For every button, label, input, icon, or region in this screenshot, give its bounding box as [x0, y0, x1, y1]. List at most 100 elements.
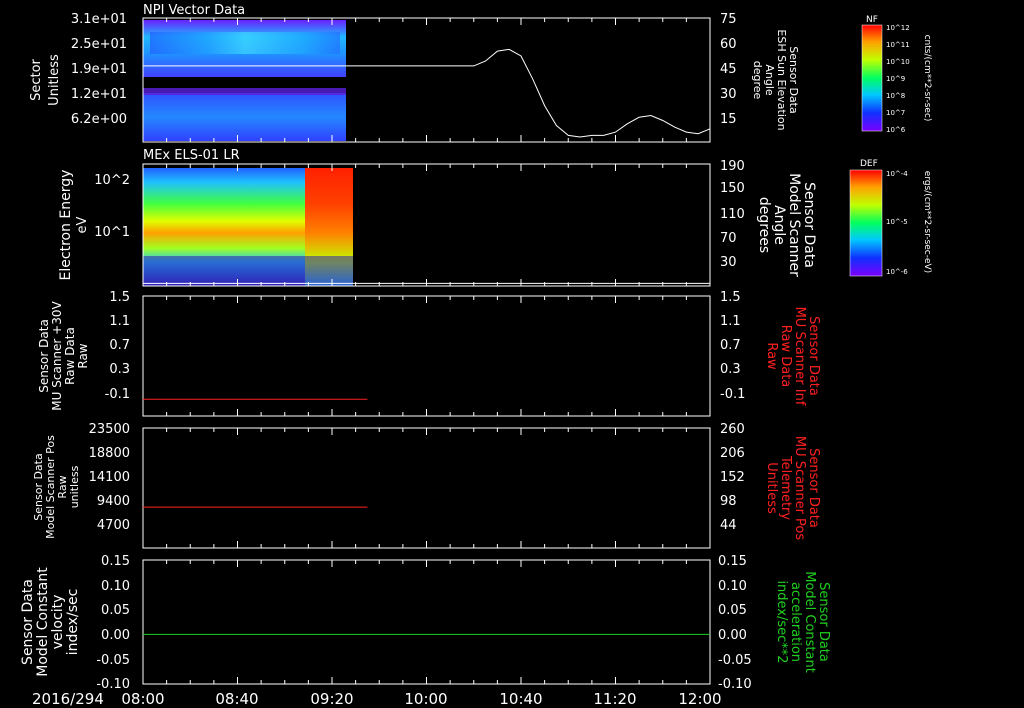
- right-label-4: Sensor Data MU Scanner Pos Telemetry Uni…: [764, 436, 821, 541]
- ytick-5-0: 0.15: [101, 554, 130, 569]
- right-label-els-1: Model Scanner: [786, 173, 802, 277]
- ytick-3-3: 0.3: [109, 362, 130, 377]
- rtick-npi-4: 15: [720, 112, 737, 127]
- rtick-els-1: 150: [720, 181, 745, 196]
- right-label-els-0: Sensor Data: [801, 182, 817, 268]
- ylabel-4: Sensor Data Model Scanner Pos Raw unitle…: [32, 435, 81, 539]
- xtick-0: 08:00: [121, 690, 164, 708]
- plot-frame-3: [142, 295, 711, 417]
- rtick-5-4: -0.05: [718, 653, 752, 668]
- ylabel-sector: Sector: [29, 58, 44, 100]
- panel-model-constant: Sensor Data Model Constant velocity inde…: [20, 554, 831, 692]
- rtick-els-0: 190: [720, 159, 745, 174]
- rtick-5-1: 0.10: [718, 579, 747, 594]
- right-label-els-3: degrees: [756, 197, 772, 253]
- yunits-ev: eV: [75, 216, 90, 233]
- right-label-5-3: index/sec**2: [774, 580, 789, 663]
- colorbar-label-els: DEF: [860, 159, 878, 169]
- ytick-npi-3: 1.2e+01: [71, 87, 127, 102]
- colorbar-els: [849, 169, 883, 277]
- colorbar-npi: [861, 24, 883, 132]
- panel-scanner-pos: Sensor Data Model Scanner Pos Raw unitle…: [32, 422, 821, 549]
- ytick-els-1: 10^1: [94, 225, 130, 240]
- ylabel-3-0: Sensor Data: [37, 319, 51, 393]
- panel-title-els: MEx ELS-01 LR: [143, 148, 240, 163]
- right-label-5-2: acceleration: [788, 582, 803, 662]
- right-label-els: Sensor Data Model Scanner Angle degrees: [756, 173, 817, 277]
- ytick-npi-2: 1.9e+01: [71, 62, 127, 77]
- panel-npi: NPI Vector Data Sector Unitless 3.1e+01 …: [29, 3, 932, 143]
- rtick-3-4: -0.1: [720, 387, 745, 402]
- xtick-4: 10:40: [499, 690, 542, 708]
- panel-mu-scanner-raw: Sensor Data MU Scanner +30V Raw Data Raw…: [37, 290, 821, 417]
- cbar-npi-tick-3: 10^9: [886, 75, 905, 83]
- x-axis: 2016/294 08:00 08:40 09:20 10:00 10:40 1…: [32, 690, 722, 708]
- ylabel-4-3: unitless: [68, 465, 81, 508]
- rtick-npi-2: 45: [720, 62, 737, 77]
- colorbar-label-npi: NF: [866, 15, 878, 25]
- ytick-3-2: 0.7: [109, 338, 130, 353]
- ylabel-5-0: Sensor Data: [20, 579, 36, 665]
- right-label-els-2: Angle: [771, 205, 787, 245]
- ytick-5-1: 0.10: [101, 579, 130, 594]
- yunits-sector: Unitless: [47, 54, 62, 106]
- rtick-5-5: -0.10: [718, 677, 752, 692]
- ytick-4-3: 9400: [97, 494, 130, 509]
- rtick-els-3: 70: [720, 231, 737, 246]
- panel-els: MEx ELS-01 LR Electron Energy eV 10^2 10…: [58, 148, 932, 287]
- xtick-5: 11:20: [593, 690, 636, 708]
- xtick-1: 08:40: [215, 690, 258, 708]
- rtick-3-1: 1.1: [720, 314, 741, 329]
- rtick-npi-0: 75: [720, 12, 737, 27]
- npi-spectrogram-lower: [143, 93, 346, 141]
- ylabel-3-3: Raw: [76, 343, 90, 368]
- ytick-4-1: 18800: [89, 446, 130, 461]
- right-label-3-2: Raw Data: [778, 325, 793, 388]
- ytick-5-2: 0.05: [101, 603, 130, 618]
- right-label-5: Sensor Data Model Constant acceleration …: [774, 571, 831, 673]
- multi-panel-plot: NPI Vector Data Sector Unitless 3.1e+01 …: [20, 3, 932, 708]
- rtick-els-4: 30: [720, 255, 737, 270]
- ytick-4-0: 23500: [89, 422, 130, 437]
- ylabel-3: Sensor Data MU Scanner +30V Raw Data Raw: [37, 301, 90, 411]
- rtick-els-2: 110: [720, 207, 745, 222]
- rtick-5-0: 0.15: [718, 554, 747, 569]
- plot-frame-5: [142, 559, 711, 685]
- rtick-3-0: 1.5: [720, 290, 741, 305]
- els-noise-floor: [143, 256, 353, 286]
- rtick-5-3: 0.00: [718, 628, 747, 643]
- ytick-3-1: 1.1: [109, 314, 130, 329]
- rtick-3-2: 0.7: [720, 338, 741, 353]
- rtick-3-3: 0.3: [720, 362, 741, 377]
- ytick-3-4: -0.1: [105, 387, 130, 402]
- rtick-4-2: 152: [720, 470, 745, 485]
- right-label-3-1: MU Scanner Inf: [792, 307, 807, 406]
- ylabel-electron-energy: Electron Energy: [58, 170, 74, 281]
- cbar-npi-tick-5: 10^7: [886, 109, 905, 117]
- cbar-npi-tick-4: 10^8: [886, 92, 905, 100]
- rtick-4-3: 98: [720, 494, 737, 509]
- cbar-els-tick-0: 10^-4: [886, 170, 908, 178]
- ylabel-5: Sensor Data Model Constant velocity inde…: [20, 567, 81, 677]
- ylabel-5-3: index/sec: [65, 589, 81, 656]
- ytick-els-0: 10^2: [94, 173, 130, 188]
- xtick-2: 09:20: [310, 690, 353, 708]
- ylabel-3-1: MU Scanner +30V: [50, 301, 64, 411]
- colorbar-units-npi: cnts/(cm**2-sr-sec): [922, 35, 932, 122]
- ytick-npi-0: 3.1e+01: [71, 12, 127, 27]
- right-label-4-0: Sensor Data: [806, 448, 821, 528]
- ylabel-5-1: Model Constant: [35, 567, 51, 677]
- cbar-els-tick-1: 10^-5: [886, 218, 908, 226]
- ytick-5-4: -0.05: [96, 653, 130, 668]
- right-label-npi: Sensor Data ESH Sun Elevation Angle degr…: [751, 29, 800, 130]
- npi-spectrogram-glow: [150, 32, 340, 54]
- ytick-npi-4: 6.2e+00: [71, 112, 127, 127]
- cbar-npi-tick-1: 10^11: [886, 41, 910, 49]
- right-label-5-1: Model Constant: [802, 571, 817, 673]
- xtick-6: 12:00: [678, 690, 721, 708]
- right-label-npi-3: degree: [751, 61, 764, 100]
- npi-spectrogram-gap: [143, 88, 346, 95]
- right-label-4-1: MU Scanner Pos: [792, 436, 807, 541]
- panel-title-npi: NPI Vector Data: [143, 3, 245, 18]
- x-date-label: 2016/294: [32, 690, 104, 708]
